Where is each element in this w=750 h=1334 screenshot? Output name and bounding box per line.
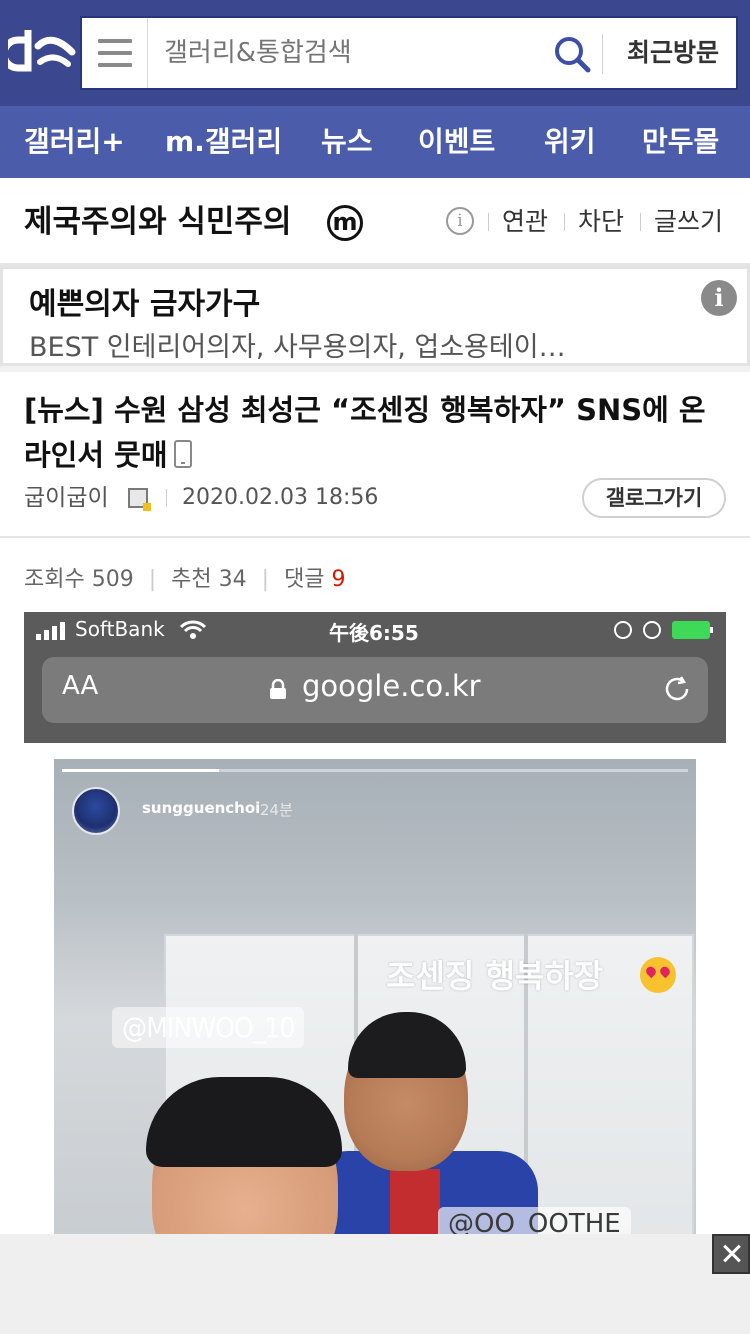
search-icon[interactable] (552, 34, 592, 74)
story-screenshot-image: sungguenchoi 24분 조센징 행복하장 @MINWOO_10 @OO… (54, 759, 696, 1234)
nav-mandu-mall[interactable]: 만두몰 (642, 106, 719, 178)
battery-icon (672, 621, 713, 639)
close-icon[interactable] (712, 1234, 750, 1274)
lock-icon (270, 679, 286, 699)
reload-icon (665, 676, 689, 701)
dc-logo-icon[interactable] (8, 22, 78, 82)
block-link[interactable]: 차단 (578, 178, 624, 266)
comments-count[interactable]: 9 (332, 567, 346, 592)
signal-bars-icon (36, 622, 65, 640)
embedded-status-bar-image: SoftBank 午後6:55 AA google.co.kr (24, 612, 726, 743)
ad-info-icon[interactable]: i (701, 280, 737, 316)
alarm-icon (643, 621, 661, 639)
write-link[interactable]: 글쓰기 (654, 178, 723, 266)
divider (640, 213, 641, 231)
divider (166, 489, 167, 507)
rotation-lock-icon (614, 621, 632, 639)
mention-sticker: @OO_OOTHE (438, 1207, 631, 1234)
person-shirt-stripe (390, 1169, 440, 1234)
author-name[interactable]: 굽이굽이 (24, 478, 109, 518)
search-input[interactable] (164, 18, 544, 88)
search-box: 최근방문 (80, 16, 738, 90)
ad-description[interactable]: BEST 인테리어의자, 사무용의자, 업소용테이… (29, 325, 566, 364)
story-time: 24분 (260, 801, 293, 819)
gallog-button[interactable]: 갤로그가기 (582, 478, 726, 518)
nav-gallery-plus[interactable]: 갤러리+ (24, 106, 125, 178)
nav-news[interactable]: 뉴스 (321, 106, 373, 178)
gallery-title[interactable]: 제국주의와 식민주의 (24, 178, 291, 266)
nav-m-gallery[interactable]: m.갤러리 (165, 106, 282, 178)
bottom-ad-banner[interactable] (0, 1234, 750, 1334)
views-count: 509 (91, 567, 134, 592)
heart-eyes-emoji-icon (640, 957, 676, 993)
recommend-label: 추천 (171, 567, 212, 592)
divider: | (261, 567, 270, 592)
url-text: google.co.kr (302, 669, 481, 703)
story-username: sungguenchoi (142, 799, 261, 817)
carrier-label: SoftBank (75, 617, 165, 641)
article-title: [뉴스] 수원 삼성 최성근 “조센징 행복하자” SNS에 온라인서 뭇매 (24, 388, 724, 478)
ad-banner[interactable]: 예쁜의자 금자가구 BEST 인테리어의자, 사무용의자, 업소용테이… i (0, 266, 750, 366)
story-caption: 조센징 행복하장 (386, 957, 604, 995)
minor-gallery-badge: m (327, 205, 363, 241)
article-title-text: [뉴스] 수원 삼성 최성근 “조센징 행복하자” SNS에 온라인서 뭇매 (24, 393, 706, 472)
story-progress-fill (62, 769, 219, 772)
avatar (72, 787, 120, 835)
divider (564, 213, 565, 231)
article-meta: 굽이굽이 2020.02.03 18:56 갤로그가기 (24, 478, 726, 518)
mention-sticker: @MINWOO_10 (112, 1007, 305, 1048)
section-gap (0, 366, 750, 372)
divider (602, 34, 603, 74)
story-progress-bar (62, 769, 688, 772)
article-stats: 조회수 509 | 추천 34 | 댓글 9 (24, 562, 346, 598)
status-time: 午後6:55 (329, 621, 419, 645)
gallery-header: 제국주의와 식민주의 m i 연관 차단 글쓰기 (0, 178, 750, 266)
nav-event[interactable]: 이벤트 (418, 106, 495, 178)
recent-visit-button[interactable]: 최근방문 (612, 18, 734, 88)
text-size-label: AA (62, 671, 99, 701)
divider (0, 536, 750, 538)
views-label: 조회수 (24, 567, 85, 592)
comments-label: 댓글 (284, 567, 325, 592)
divider (488, 213, 489, 231)
nav-wiki[interactable]: 위키 (544, 106, 596, 178)
recommend-count: 34 (218, 567, 247, 592)
related-link[interactable]: 연관 (502, 178, 548, 266)
post-date: 2020.02.03 18:56 (182, 485, 379, 510)
info-icon[interactable]: i (446, 207, 474, 235)
gallog-user-icon (128, 488, 151, 511)
ad-title[interactable]: 예쁜의자 금자가구 (29, 279, 260, 323)
mobile-post-icon (173, 440, 192, 468)
wifi-icon (180, 620, 206, 639)
menu-icon[interactable] (82, 18, 148, 88)
browser-url-bar: AA google.co.kr (42, 657, 708, 723)
divider: | (148, 567, 157, 592)
top-header: 최근방문 (0, 0, 750, 106)
main-nav: 갤러리+ m.갤러리 뉴스 이벤트 위키 만두몰 (0, 106, 750, 178)
